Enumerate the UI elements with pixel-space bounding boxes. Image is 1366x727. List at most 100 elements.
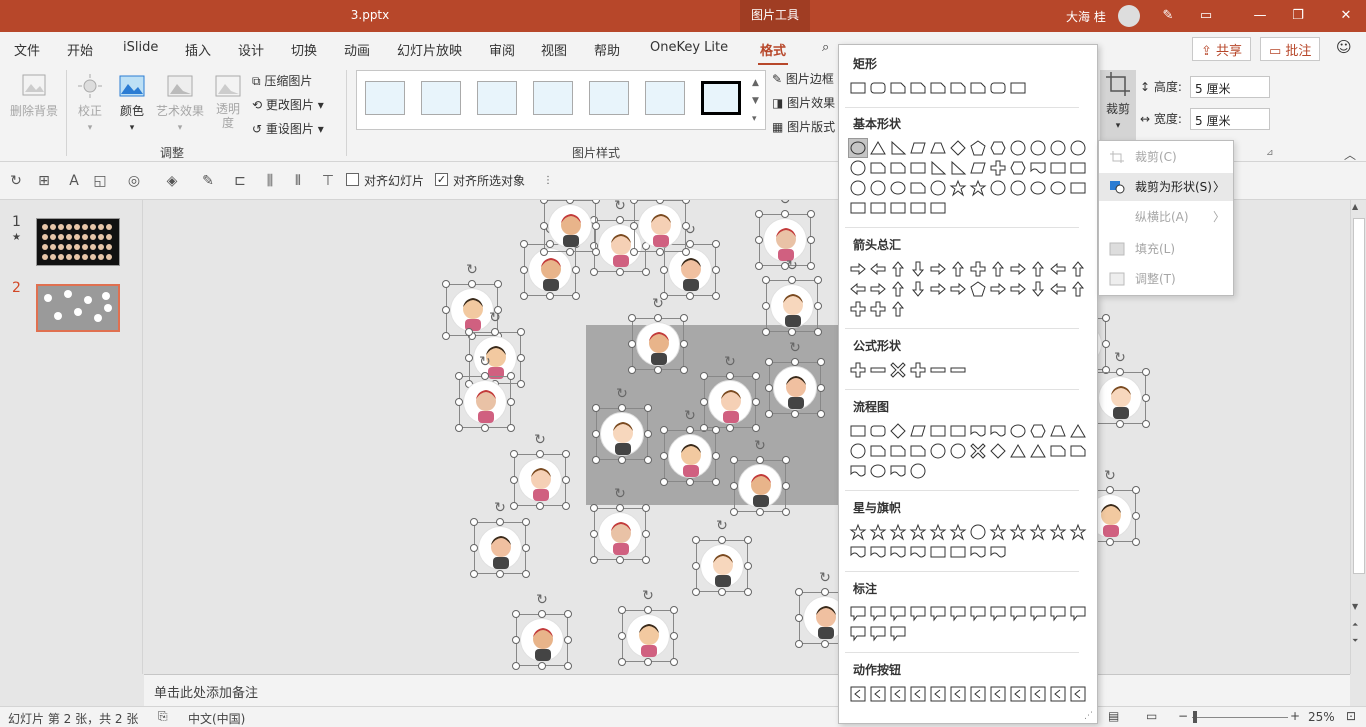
call-shape-icon[interactable]	[1069, 604, 1087, 622]
ribbon-display-icon[interactable]: ▭	[1196, 6, 1216, 26]
resize-handle[interactable]	[692, 536, 700, 544]
rotate-handle-icon[interactable]: ↻	[1112, 350, 1128, 366]
plus-shape-icon[interactable]	[869, 300, 887, 318]
call-shape-icon[interactable]	[869, 604, 887, 622]
color-button[interactable]: 颜色 ▾	[114, 72, 150, 133]
collapse-ribbon-icon[interactable]: ︿	[1344, 146, 1356, 163]
tri-shape-icon[interactable]	[1029, 442, 1047, 460]
circ-shape-icon[interactable]	[1029, 139, 1047, 157]
align-slide-checkbox[interactable]	[346, 173, 359, 186]
call-shape-icon[interactable]	[1049, 604, 1067, 622]
language-indicator[interactable]: 中文(中国)	[188, 710, 245, 727]
resize-handle[interactable]	[538, 662, 546, 670]
selected-picture[interactable]: ↻	[510, 432, 570, 510]
reset-picture-button[interactable]: ↺ 重设图片 ▾	[252, 120, 324, 137]
arrL-shape-icon[interactable]	[849, 280, 867, 298]
restore-icon[interactable]: ❐	[1288, 6, 1308, 26]
size-dialog-launcher-icon[interactable]: ⊿	[1266, 148, 1274, 158]
crop-button[interactable]: 裁剪 ▾	[1100, 70, 1136, 140]
resize-handle[interactable]	[814, 328, 822, 336]
insert-picture-icon[interactable]: ⊞	[36, 173, 52, 189]
rect-shape-icon[interactable]	[1069, 179, 1087, 197]
rotate-handle-icon[interactable]: ↻	[612, 486, 628, 502]
selected-picture[interactable]: ↻	[692, 518, 752, 596]
resize-handle[interactable]	[494, 280, 502, 288]
text-box-icon[interactable]: A	[66, 173, 82, 189]
resize-handle[interactable]	[680, 340, 688, 348]
resize-handle[interactable]	[660, 426, 668, 434]
resize-handle[interactable]	[700, 398, 708, 406]
resize-handle[interactable]	[817, 358, 825, 366]
resize-handle[interactable]	[660, 478, 668, 486]
resize-handle[interactable]	[566, 248, 574, 256]
align-left-icon[interactable]: ⊏	[232, 173, 248, 189]
resize-handle[interactable]	[712, 452, 720, 460]
picture-style-5[interactable]	[589, 81, 629, 115]
resize-handle[interactable]	[670, 658, 678, 666]
resize-handle[interactable]	[712, 426, 720, 434]
tab-animations[interactable]: 动画	[344, 40, 370, 59]
rotate-handle-icon[interactable]: ↻	[487, 310, 503, 326]
resize-handle[interactable]	[660, 266, 668, 274]
scroll-thumb[interactable]	[1353, 218, 1365, 574]
resize-handle[interactable]	[522, 544, 530, 552]
call-shape-icon[interactable]	[949, 604, 967, 622]
aspect-ratio-item[interactable]: 纵横比(A) 〉	[1099, 203, 1233, 231]
snip-shape-icon[interactable]	[949, 79, 967, 97]
plus-shape-icon[interactable]	[989, 159, 1007, 177]
resize-handle[interactable]	[756, 456, 764, 464]
resize-handle[interactable]	[470, 570, 478, 578]
rtri-shape-icon[interactable]	[929, 159, 947, 177]
snip-shape-icon[interactable]	[889, 442, 907, 460]
picture-layout-button[interactable]: ▦ 图片版式	[772, 118, 835, 135]
rrect-shape-icon[interactable]	[869, 79, 887, 97]
fill-item[interactable]: 填充(L)	[1099, 235, 1233, 263]
circ-shape-icon[interactable]	[929, 442, 947, 460]
resize-handle[interactable]	[670, 632, 678, 640]
btn-shape-icon[interactable]	[909, 685, 927, 703]
resize-handle[interactable]	[686, 292, 694, 300]
oval-shape-icon[interactable]	[1009, 422, 1027, 440]
rotate-handle-icon[interactable]: ↻	[777, 200, 793, 208]
star-shape-icon[interactable]	[869, 523, 887, 541]
change-picture-button[interactable]: ⟲ 更改图片 ▾	[252, 96, 324, 113]
reading-view-icon[interactable]: ▤	[1108, 709, 1119, 723]
mult-shape-icon[interactable]	[889, 361, 907, 379]
resize-handle[interactable]	[1102, 340, 1110, 348]
resize-handle[interactable]	[744, 588, 752, 596]
picture-style-6[interactable]	[645, 81, 685, 115]
call-shape-icon[interactable]	[1029, 604, 1047, 622]
resize-handle[interactable]	[592, 222, 600, 230]
picture-style-2[interactable]	[421, 81, 461, 115]
oval-shape-icon[interactable]	[1029, 179, 1047, 197]
resize-handle[interactable]	[755, 236, 763, 244]
resize-handle[interactable]	[1142, 394, 1150, 402]
star-shape-icon[interactable]	[849, 523, 867, 541]
snip-shape-icon[interactable]	[909, 179, 927, 197]
scroll-up-icon[interactable]: ▲	[1352, 202, 1358, 211]
selected-picture[interactable]: ↻	[628, 296, 688, 374]
trap-shape-icon[interactable]	[929, 139, 947, 157]
shapes-icon[interactable]: ◱	[92, 173, 108, 189]
arrR-shape-icon[interactable]	[1009, 260, 1027, 278]
resize-handle[interactable]	[1102, 314, 1110, 322]
plus-shape-icon[interactable]	[849, 300, 867, 318]
circ-shape-icon[interactable]	[1009, 139, 1027, 157]
align-selected-checkbox[interactable]: ✓	[435, 173, 448, 186]
resize-grip-icon[interactable]: ⋰	[1084, 711, 1093, 721]
oval-shape-icon[interactable]	[869, 462, 887, 480]
resize-handle[interactable]	[752, 398, 760, 406]
hex-shape-icon[interactable]	[989, 139, 1007, 157]
rect-shape-icon[interactable]	[849, 199, 867, 217]
star-shape-icon[interactable]	[889, 523, 907, 541]
star-shape-icon[interactable]	[909, 523, 927, 541]
comment-button[interactable]: ▭ 批注	[1260, 37, 1321, 61]
resize-handle[interactable]	[442, 332, 450, 340]
resize-handle[interactable]	[686, 240, 694, 248]
arrU-shape-icon[interactable]	[889, 280, 907, 298]
flow-shape-icon[interactable]	[989, 422, 1007, 440]
flow-shape-icon[interactable]	[909, 543, 927, 561]
resize-handle[interactable]	[536, 502, 544, 510]
resize-handle[interactable]	[618, 606, 626, 614]
search-icon[interactable]: ⌕	[822, 40, 829, 55]
